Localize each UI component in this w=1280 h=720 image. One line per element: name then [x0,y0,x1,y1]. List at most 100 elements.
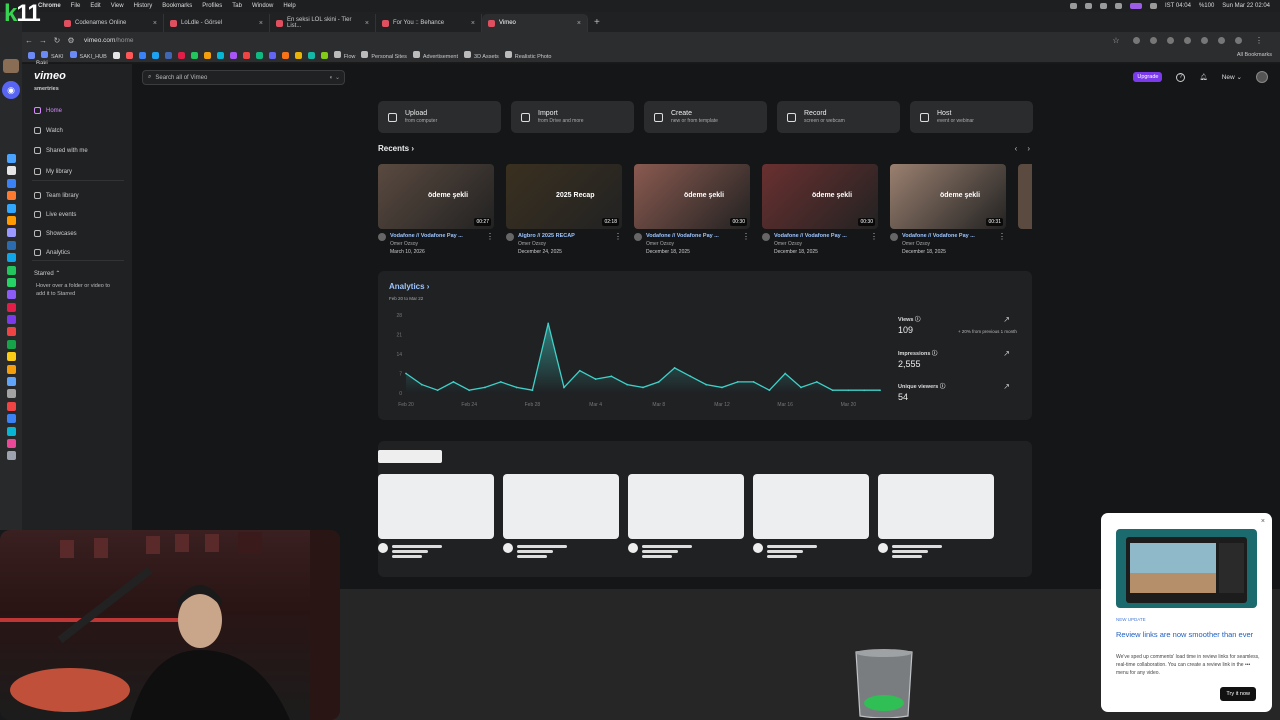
sidebar-item-shared-with-me[interactable]: Shared with me [34,147,88,154]
chevron-right-icon[interactable]: › [1027,144,1030,153]
import-button[interactable]: Import from Drive and more [511,101,634,133]
menu-tab[interactable]: Tab [232,3,242,9]
extension-icon[interactable] [1167,36,1174,44]
bookmark-favicon-icon[interactable] [190,51,198,59]
profile-avatar-icon[interactable] [1235,36,1242,44]
starred-header[interactable]: Starred ⌃ [34,270,60,277]
data-point[interactable] [752,380,755,383]
data-point[interactable] [452,380,455,383]
dock-app-icon[interactable] [6,302,16,312]
chevron-left-icon[interactable]: ‹ [1015,144,1018,153]
data-point[interactable] [405,372,407,375]
dock-app-icon[interactable] [6,364,16,374]
vimeo-logo[interactable]: vimeo [34,70,66,82]
data-point[interactable] [578,369,581,372]
close-icon[interactable]: × [365,20,369,27]
dock-app-icon[interactable] [6,426,16,436]
dock-app-icon[interactable] [6,315,16,325]
data-point[interactable] [768,389,771,392]
video-card[interactable]: ödeme şekli 00:30 Vodafone // Vodafone Pay… [762,164,878,255]
data-point[interactable] [736,380,739,383]
video-title[interactable]: Vodafone // Vodafone Pay ... [390,233,478,239]
chrome-menu-icon[interactable]: ⋮ [1252,36,1266,45]
data-point[interactable] [436,389,439,392]
video-title[interactable]: Vodafone // Vodafone Pay ... [902,233,990,239]
try-it-now-button[interactable]: Try it now [1220,687,1256,701]
back-icon[interactable]: ← [22,36,36,45]
dock-app-icon[interactable] [6,215,16,225]
bookmark-favicon-icon[interactable] [203,51,211,59]
status-icon[interactable] [1100,3,1108,9]
bookmark-item[interactable]: SAKI_HUB [69,50,107,60]
dock-app-icon[interactable] [6,277,16,287]
data-point[interactable] [563,386,565,389]
dock-app-icon[interactable] [6,203,16,213]
info-icon[interactable]: ⓘ [914,317,921,323]
help-icon[interactable]: ? [1176,72,1186,82]
close-icon[interactable]: × [1261,518,1265,525]
search-scope-dropdown[interactable]: ◐ ⌄ [330,74,340,81]
data-point[interactable] [784,372,787,375]
dock-app-icon[interactable] [6,451,16,461]
sidebar-item-live-events[interactable]: Live events [34,211,76,218]
dock-app-icon[interactable] [6,228,16,238]
data-point[interactable] [468,389,471,392]
sidebar-item-showcases[interactable]: Showcases [34,230,77,237]
menu-help[interactable]: Help [283,3,295,9]
video-title[interactable]: Algbro // 2025 RECAP [518,233,606,239]
video-thumbnail[interactable]: ödeme şekli 00:30 [634,164,750,229]
video-thumbnail[interactable]: ödeme şekli 00:27 [378,164,494,229]
data-point[interactable] [705,383,708,386]
dock-app-icon[interactable] [6,154,16,163]
data-point[interactable] [800,386,802,389]
dock-app-icon[interactable] [6,166,16,176]
data-point[interactable] [879,389,881,392]
dock-app-icon[interactable] [6,265,16,275]
menu-window[interactable]: Window [252,3,273,9]
dock-app-icon[interactable] [6,339,16,349]
close-icon[interactable]: × [153,20,157,27]
host-button[interactable]: Host event or webinar [910,101,1033,133]
new-button[interactable]: New ⌄ [1222,73,1242,81]
forward-icon[interactable]: → [36,36,50,45]
extension-icon[interactable] [1150,36,1157,44]
bookmark-favicon-icon[interactable] [151,51,159,59]
menu-chrome[interactable]: Chrome [38,3,61,9]
data-point[interactable] [531,389,534,392]
data-point[interactable] [657,380,660,383]
sidebar-item-watch[interactable]: Watch [34,127,63,134]
bookmark-favicon-icon[interactable] [125,51,133,59]
menu-file[interactable]: File [71,3,81,9]
dock-app-icon[interactable] [6,352,16,362]
create-button[interactable]: Create new or from template [644,101,767,133]
status-icon[interactable] [1115,3,1123,9]
data-point[interactable] [626,383,629,386]
bookmark-item[interactable]: Personal Sites [361,50,407,60]
data-point[interactable] [499,380,502,383]
data-point[interactable] [673,367,676,369]
data-point[interactable] [847,389,850,392]
more-options-icon[interactable]: ⋮ [614,233,622,255]
bookmark-favicon-icon[interactable] [242,51,250,59]
address-bar[interactable]: vimeo.com/home [84,37,134,44]
dock-app-icon[interactable] [6,178,16,188]
bell-icon[interactable]: 🔔︎ [1199,73,1207,81]
browser-tab[interactable]: LoLdle - Görsel × [164,14,270,32]
bookmark-item[interactable]: 3D Assets [464,50,499,60]
close-icon[interactable]: × [471,20,475,27]
bookmark-favicon-icon[interactable] [281,51,289,59]
bookmark-favicon-icon[interactable] [216,51,224,59]
sidebar-item-home[interactable]: Home [34,107,62,114]
reload-icon[interactable]: ↻ [50,36,64,45]
video-card[interactable]: ödeme şekli 00:31 Vodafone // Vodafone Pay… [890,164,1006,255]
data-point[interactable] [721,386,723,389]
dock-app-icon[interactable] [6,253,16,263]
more-options-icon[interactable]: ⋮ [742,233,750,255]
data-point[interactable] [689,375,692,378]
menu-bookmarks[interactable]: Bookmarks [162,3,192,9]
browser-tab[interactable]: Vimeo × [482,14,588,32]
browser-tab[interactable]: En seksi LOL skini - Tier List... × [270,14,376,32]
bookmark-item[interactable]: Advertisement [412,50,458,60]
video-card[interactable]: 2025 Recap 02:18 Algbro // 2025 RECAP Omer … [506,164,622,255]
all-bookmarks-button[interactable]: All Bookmarks [1237,52,1280,58]
